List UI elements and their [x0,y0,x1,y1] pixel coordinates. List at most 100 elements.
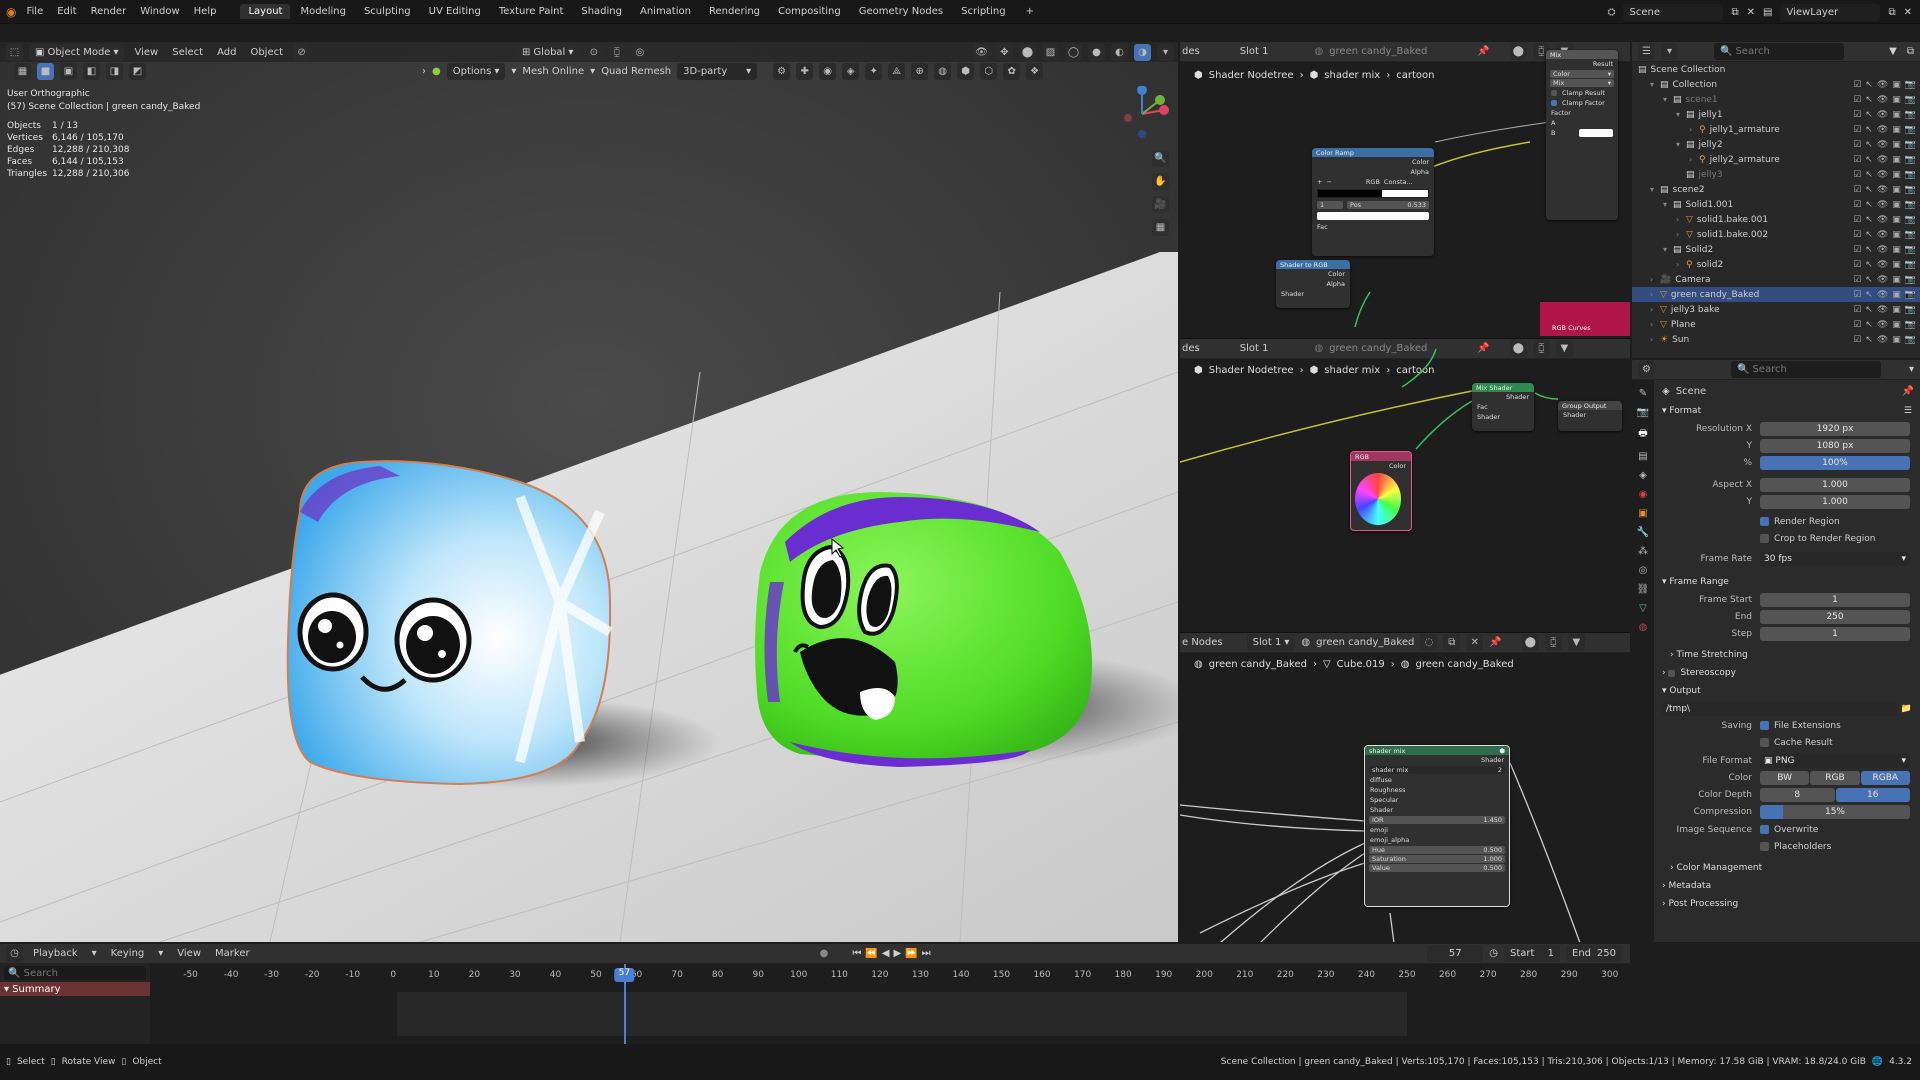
timeline-search[interactable]: 🔍 Search [4,966,146,980]
exclude-checkbox-icon[interactable]: ☑ [1853,290,1861,300]
render-camera-icon[interactable]: 📷 [1905,320,1916,330]
object-tab-icon[interactable]: ▣ [1638,508,1647,519]
outliner-row[interactable]: ▾ ▤ Collection ☑ ↖ 👁 ▣ 📷 [1632,77,1920,92]
eye-icon[interactable]: 👁 [1877,245,1888,255]
jump-end-icon[interactable]: ⏭ [922,948,931,959]
shader-to-rgb-node[interactable]: Shader to RGB Color Alpha Shader [1276,260,1350,308]
workspace-tab-sculpting[interactable]: Sculpting [356,4,419,19]
current-frame-field[interactable]: 57 [1427,945,1484,962]
physics-tab-icon[interactable]: ◎ [1639,565,1648,576]
select-arrow-icon[interactable]: ↖ [1865,95,1873,105]
select-arrow-icon[interactable]: ↖ [1865,200,1873,210]
clamp-factor[interactable]: Clamp Factor [1546,98,1618,108]
outliner-row[interactable]: › ☀ Sun ☑ ↖ 👁 ▣ 📷 [1632,332,1920,347]
pin-icon[interactable]: 📌 [1902,386,1914,397]
tool-icon-l[interactable]: ❖ [1026,62,1044,80]
new-layer-icon[interactable]: ⧉ [1888,7,1895,18]
render-camera-icon[interactable]: 📷 [1905,335,1916,345]
rgb-node[interactable]: RGB Color [1350,451,1412,531]
frame-end-field[interactable]: 250 [1760,610,1910,624]
viewport-disable-icon[interactable]: ▣ [1892,245,1901,255]
expand-toggle-icon[interactable]: ▾ [1650,185,1660,194]
viewport-disable-icon[interactable]: ▣ [1892,110,1901,120]
expand-toggle-icon[interactable]: ▾ [1650,80,1660,89]
color-wheel[interactable] [1355,473,1401,525]
camera-view-icon[interactable]: 🎥 [1152,196,1169,213]
render-tab-icon[interactable]: 📷 [1637,407,1649,418]
perspective-grid-icon[interactable]: ▦ [1152,219,1169,236]
render-camera-icon[interactable]: 📷 [1905,275,1916,285]
select-arrow-icon[interactable]: ↖ [1865,170,1873,180]
timeline-menu-keying[interactable]: Keying [107,948,149,959]
shading-options-icon[interactable]: ▾ [1157,43,1174,61]
exclude-checkbox-icon[interactable]: ☑ [1853,275,1861,285]
select-arrow-icon[interactable]: ↖ [1865,185,1873,195]
timeline-area[interactable]: -50 -40 -30 -20 -10 0 10 20 30 40 50 60 70 80 90 100 110… [150,964,1630,1044]
expand-toggle-icon[interactable]: › [1650,335,1660,344]
tool-icon-h[interactable]: ◍ [934,62,952,80]
blue-candy-object[interactable] [286,460,613,786]
outliner-row[interactable]: ▾ ▤ jelly1 ☑ ↖ 👁 ▣ 📷 [1632,107,1920,122]
select-arrow-icon[interactable]: ↖ [1865,110,1873,120]
new-scene-icon[interactable]: ⧉ [1731,7,1738,18]
toggle-bw[interactable]: BW [1760,771,1810,785]
tool-icon-f[interactable]: ⟁ [888,62,906,80]
exclude-checkbox-icon[interactable]: ☑ [1853,335,1861,345]
outliner-row[interactable]: ▾ ▤ Solid1.001 ☑ ↖ 👁 ▣ 📷 [1632,197,1920,212]
expand-arrow-icon[interactable]: › [422,66,426,77]
select-arrow-icon[interactable]: ↖ [1865,290,1873,300]
eye-icon[interactable]: 👁 [1877,140,1888,150]
select-arrow-icon[interactable]: ↖ [1865,320,1873,330]
aspect-y-field[interactable]: 1.000 [1760,495,1910,509]
eye-icon[interactable]: 👁 [1877,170,1888,180]
filter-icon[interactable]: ▼ [1889,46,1897,57]
render-camera-icon[interactable]: 📷 [1905,170,1916,180]
options-button[interactable]: Options ▾ [446,62,506,80]
expand-toggle-icon[interactable]: › [1676,260,1686,269]
workspace-tab-modeling[interactable]: Modeling [292,4,354,19]
workspace-tab-scripting[interactable]: Scripting [953,4,1013,19]
mesh-online-button[interactable]: Mesh Online [522,66,584,77]
eye-icon[interactable]: 👁 [1877,305,1888,315]
eye-icon[interactable]: 👁 [1877,230,1888,240]
render-camera-icon[interactable]: 📷 [1905,80,1916,90]
mix-shader-node[interactable]: Mix Shader Shader Fac Shader [1472,383,1534,431]
toggle-16[interactable]: 16 [1835,788,1910,802]
viewport-disable-icon[interactable]: ▣ [1892,125,1901,135]
toggle-rgb[interactable]: RGB [1810,771,1860,785]
outliner[interactable]: ☰ ▾ 🔍 Search ▼ ⧉ ▤ Scene Collection ▾ ▤ Coll… [1632,42,1920,358]
viewport-disable-icon[interactable]: ▣ [1892,170,1901,180]
expand-toggle-icon[interactable]: ▾ [1663,95,1673,104]
gizmo-icon[interactable]: ✥ [996,43,1013,61]
prev-keyframe-icon[interactable]: ⏪ [865,948,877,959]
outliner-row[interactable]: › ⚲ jelly1_armature ☑ ↖ 👁 ▣ 📷 [1632,122,1920,137]
crop-region-checkbox[interactable]: Crop to Render Region [1760,534,1875,544]
shading-solid-icon[interactable]: ● [1088,43,1105,61]
expand-toggle-icon[interactable]: ▾ [1663,200,1673,209]
data-type[interactable]: Color ▾ [1550,70,1614,78]
eye-icon[interactable]: 👁 [1877,110,1888,120]
end-frame-field[interactable]: End 250 [1566,945,1622,962]
pivot-icon[interactable]: ⊙ [585,43,603,61]
frame-range-section[interactable]: ▾ Frame Range [1654,573,1920,591]
remove-stop-icon[interactable]: − [1326,178,1331,186]
zoom-icon[interactable]: 🔍 [1152,150,1169,167]
render-camera-icon[interactable]: 📷 [1905,290,1916,300]
expand-toggle-icon[interactable]: › [1650,275,1660,284]
mode-selector[interactable]: ▣ Object Mode ▾ [29,43,125,61]
tool-icon-g[interactable]: ⊕ [911,62,929,80]
view-layer-tab-icon[interactable]: ▤ [1638,451,1647,462]
summary-channel[interactable]: ▾ Summary [0,982,150,996]
start-frame-field[interactable]: Start 1 [1504,945,1560,962]
workspace-tab-compositing[interactable]: Compositing [770,4,849,19]
file-format-selector[interactable]: ▣ PNG ▾ [1760,754,1910,768]
exclude-checkbox-icon[interactable]: ☑ [1853,320,1861,330]
exclude-checkbox-icon[interactable]: ☑ [1853,260,1861,270]
viewport-menu-select[interactable]: Select [168,47,207,58]
exclude-checkbox-icon[interactable]: ☑ [1853,95,1861,105]
add-workspace-button[interactable]: + [1020,6,1040,17]
render-camera-icon[interactable]: 📷 [1905,95,1916,105]
viewport-disable-icon[interactable]: ▣ [1892,335,1901,345]
ior-slider[interactable]: IOR 1.450 [1369,816,1505,824]
select-intersect-icon[interactable]: ◩ [129,62,146,80]
